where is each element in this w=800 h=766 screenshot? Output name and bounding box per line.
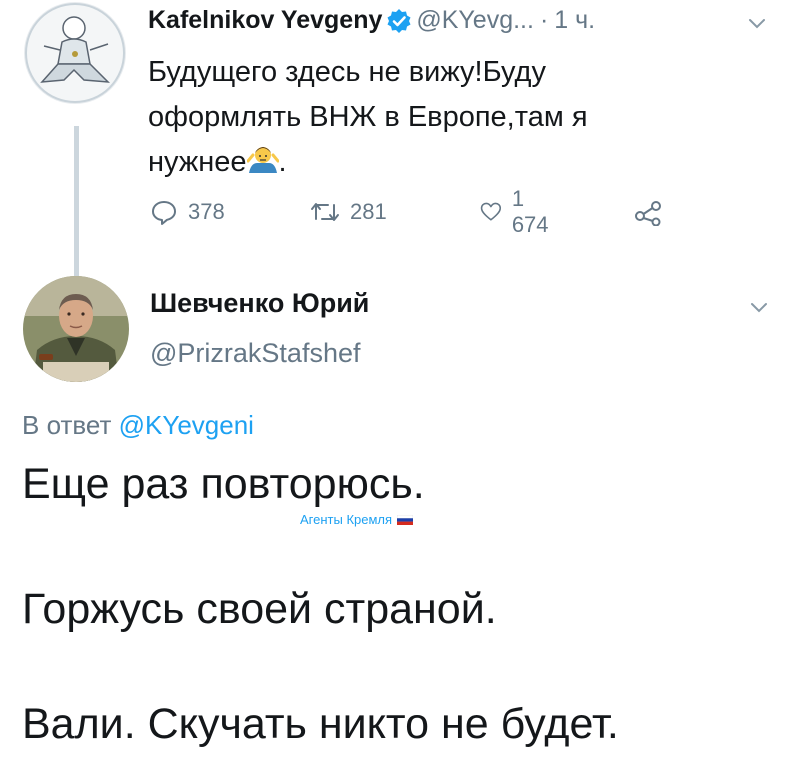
retweet-icon	[311, 203, 339, 221]
timestamp[interactable]: 1 ч.	[554, 6, 595, 35]
tweet-text-line: Еще раз повторюсь.	[22, 460, 425, 508]
tweet-text-line: Вали. Скучать никто не будет.	[22, 700, 619, 748]
like-count: 1 674	[511, 186, 549, 237]
separator-dot: ·	[539, 6, 549, 34]
author-handle[interactable]: @KYevg...	[416, 6, 534, 35]
author-name[interactable]: Шевченко Юрий	[150, 288, 369, 319]
reply-mention-link[interactable]: @KYevgeni	[119, 410, 254, 440]
tweet-text: Будущего здесь не вижу!Буду оформлять ВН…	[148, 50, 678, 185]
like-button[interactable]: 1 674	[480, 186, 555, 237]
avatar[interactable]	[24, 2, 126, 104]
russian-flag-icon	[397, 514, 414, 525]
tweet-text-line: Горжусь своей страной.	[22, 585, 497, 633]
chevron-down-icon[interactable]	[750, 302, 768, 314]
avatar[interactable]	[23, 276, 129, 382]
watermark: Агенты Кремля	[300, 512, 414, 527]
person-shrugging-emoji-icon	[246, 143, 280, 175]
verified-badge-icon	[386, 8, 412, 34]
reply-context: В ответ @KYevgeni	[22, 410, 254, 441]
watermark-text: Агенты Кремля	[300, 512, 393, 527]
reply-button[interactable]: 378	[150, 192, 225, 232]
share-icon	[635, 201, 661, 226]
tweet-text-suffix: .	[278, 146, 287, 178]
thread-connector-line	[74, 126, 79, 276]
tweet-header: Kafelnikov Yevgeny @KYevg... · 1 ч.	[148, 6, 595, 35]
retweet-count: 281	[350, 199, 387, 224]
author-handle[interactable]: @PrizrakStafshef	[150, 338, 360, 369]
heart-icon	[480, 202, 502, 221]
share-button[interactable]	[634, 192, 662, 232]
reply-prefix: В ответ	[22, 410, 112, 440]
author-name[interactable]: Kafelnikov Yevgeny	[148, 6, 382, 35]
reply-icon	[152, 201, 176, 225]
reply-count: 378	[188, 199, 225, 224]
retweet-button[interactable]: 281	[310, 192, 387, 232]
tweet-text-body: Будущего здесь не вижу!Буду оформлять ВН…	[148, 56, 588, 178]
chevron-down-icon[interactable]	[748, 18, 766, 30]
